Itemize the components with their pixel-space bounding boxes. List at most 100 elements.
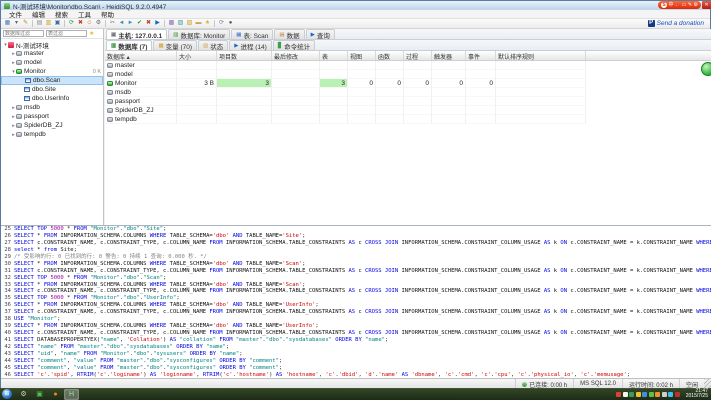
sogou-keyboard-icon[interactable]: ▭ xyxy=(682,1,687,9)
tray-input-icon[interactable] xyxy=(616,392,621,397)
tools-icon[interactable]: ★ xyxy=(203,19,212,28)
tray-security-icon[interactable] xyxy=(629,392,634,397)
start-button[interactable]: ⊞ xyxy=(2,389,12,399)
tray-volume-icon[interactable] xyxy=(662,392,667,397)
help-icon[interactable]: ● xyxy=(226,19,235,28)
sogou-logo-icon[interactable]: S xyxy=(661,2,667,8)
save-icon[interactable]: ▣ xyxy=(53,19,62,28)
menu-item-3[interactable]: 工具 xyxy=(73,9,96,19)
dropdown-arrow-icon[interactable]: ▾ xyxy=(12,19,21,28)
table-row[interactable]: msdb xyxy=(105,88,711,97)
cut-icon[interactable]: ✂ xyxy=(108,19,117,28)
export-icon[interactable]: ▨ xyxy=(176,19,185,28)
tree-item-master[interactable]: ▸master xyxy=(1,49,103,58)
tree-item-dbo-scan[interactable]: dbo.Scan xyxy=(1,76,103,85)
taskbar-app-heidisql[interactable]: H xyxy=(64,389,79,400)
tray-alert-icon[interactable] xyxy=(675,392,680,397)
grid-col-header-8[interactable]: 触发器 xyxy=(432,51,466,60)
image-icon[interactable]: ▧ xyxy=(185,19,194,28)
table-row[interactable]: passport xyxy=(105,97,711,106)
open-file-icon[interactable]: ▥ xyxy=(44,19,53,28)
table-row[interactable]: master xyxy=(105,61,711,70)
menu-item-4[interactable]: 帮助 xyxy=(96,9,119,19)
sogou-pen-icon[interactable]: ✎ xyxy=(688,1,692,9)
grid-col-header-4[interactable]: 表 xyxy=(320,51,348,60)
tab-sub-2[interactable]: ▧状态 xyxy=(198,40,228,50)
run-query-icon[interactable]: ▶ xyxy=(153,19,162,28)
table-filter-input[interactable] xyxy=(46,30,87,37)
tree-item-label: tempdb xyxy=(24,131,46,138)
tab-sub-1[interactable]: ▩变量 (70) xyxy=(153,40,197,50)
tray-network-icon[interactable] xyxy=(642,392,647,397)
folder-icon[interactable]: ▬ xyxy=(194,19,203,28)
tree-item-dbo-site[interactable]: dbo.Site xyxy=(1,85,103,94)
taskbar-app-firefox[interactable]: ● xyxy=(48,389,63,400)
tab-sub-0[interactable]: ▥数据库 (7) xyxy=(106,40,152,50)
tray-doc-icon[interactable] xyxy=(623,392,628,397)
taskbar-app-green-tool[interactable]: ▣ xyxy=(32,389,47,400)
sogou-mode-icon[interactable]: 中 xyxy=(669,1,674,9)
tab-main-3[interactable]: ▤数据 xyxy=(274,29,304,39)
refresh-icon[interactable]: ⟳ xyxy=(67,19,76,28)
tree-item-tempdb[interactable]: ▸tempdb xyxy=(1,130,103,139)
taskbar-app-utility[interactable]: ⚙ xyxy=(16,389,31,400)
snippets-icon[interactable]: ▩ xyxy=(167,19,176,28)
tab-main-2[interactable]: ▦表: Scan xyxy=(231,29,273,39)
sogou-input-bar[interactable]: S 中．▭✎⚙ xyxy=(658,1,701,9)
tab-main-1[interactable]: ▥数据库: Monitor xyxy=(168,29,230,39)
redo-icon[interactable]: ► xyxy=(126,19,135,28)
close-icon[interactable]: ✕ xyxy=(702,1,711,9)
sql-log-line: 43SELECT "uid", "name" FROM "Monitor"."d… xyxy=(1,351,711,358)
database-filter-input[interactable] xyxy=(3,30,44,37)
floating-assistant-ball-icon[interactable] xyxy=(701,62,711,76)
favorites-star-icon[interactable]: ★ xyxy=(89,31,94,37)
menu-item-2[interactable]: 搜索 xyxy=(50,9,73,19)
tree-item-model[interactable]: ▸model xyxy=(1,58,103,67)
undo-icon[interactable]: ◄ xyxy=(117,19,126,28)
session-manager-icon[interactable]: ▦ xyxy=(3,19,12,28)
grid-col-header-0[interactable]: 数据库 ▴ xyxy=(105,51,177,60)
tab-main-0[interactable]: ▣主机: 127.0.0.1 xyxy=(106,29,167,39)
copy-icon[interactable]: ▤ xyxy=(35,19,44,28)
sogou-punct-icon[interactable]: ． xyxy=(675,1,680,9)
user-manager-icon[interactable]: ☺ xyxy=(85,19,94,28)
sogou-settings-icon[interactable]: ⚙ xyxy=(694,1,698,9)
tree-item-monitor[interactable]: ▾Monitor0 K xyxy=(1,67,103,76)
tray-messenger-icon[interactable] xyxy=(655,392,660,397)
donation-link[interactable]: P Send a donation xyxy=(648,20,704,27)
taskbar-clock[interactable]: 21:47 2015/7/25 xyxy=(683,389,711,400)
tray-antivirus-icon[interactable] xyxy=(649,392,654,397)
tree-item-spiderdb-zj[interactable]: ▸SpiderDB_ZJ xyxy=(1,121,103,130)
grid-col-header-9[interactable]: 事件 xyxy=(466,51,496,60)
grid-col-header-2[interactable]: 项目数 xyxy=(217,51,272,60)
sql-log-panel[interactable]: 25SELECT TOP 5000 * FROM "Monitor"."dbo"… xyxy=(1,225,711,378)
grid-col-header-5[interactable]: 视图 xyxy=(348,51,376,60)
table-row[interactable]: Monitor3 B3300000 xyxy=(105,79,711,88)
tree-item-n-[interactable]: ▾N-测试环境 xyxy=(1,40,103,49)
tab-sub-3[interactable]: ▶进程 (14) xyxy=(229,40,272,50)
sync-icon[interactable]: ⟳ xyxy=(217,19,226,28)
tab-main-4[interactable]: ▶查询 xyxy=(306,29,335,39)
disconnect-icon[interactable]: ✖ xyxy=(76,19,85,28)
tray-update-icon[interactable] xyxy=(636,392,641,397)
tree-item-passport[interactable]: ▸passport xyxy=(1,112,103,121)
edit-session-icon[interactable]: ✎ xyxy=(21,19,30,28)
menu-item-0[interactable]: 文件 xyxy=(4,9,27,19)
table-row[interactable]: tempdb xyxy=(105,115,711,124)
preferences-icon[interactable]: ⚙ xyxy=(94,19,103,28)
tree-item-msdb[interactable]: ▸msdb xyxy=(1,103,103,112)
grid-col-header-10[interactable]: 默认排序规则 xyxy=(496,51,586,60)
grid-col-header-3[interactable]: 最后修改 xyxy=(272,51,320,60)
cancel-icon[interactable]: ✖ xyxy=(144,19,153,28)
grid-cell xyxy=(217,97,272,106)
grid-col-header-7[interactable]: 过程 xyxy=(404,51,432,60)
grid-col-header-6[interactable]: 函数 xyxy=(376,51,404,60)
check-icon[interactable]: ✔ xyxy=(135,19,144,28)
tray-cloud-icon[interactable] xyxy=(668,392,673,397)
menu-item-1[interactable]: 编辑 xyxy=(27,9,50,19)
table-row[interactable]: SpiderDB_ZJ xyxy=(105,106,711,115)
grid-col-header-1[interactable]: 大小 xyxy=(177,51,217,60)
tree-item-dbo-userinfo[interactable]: dbo.UserInfo xyxy=(1,94,103,103)
table-row[interactable]: model xyxy=(105,70,711,79)
tab-sub-4[interactable]: ▊命令统计 xyxy=(273,40,315,50)
